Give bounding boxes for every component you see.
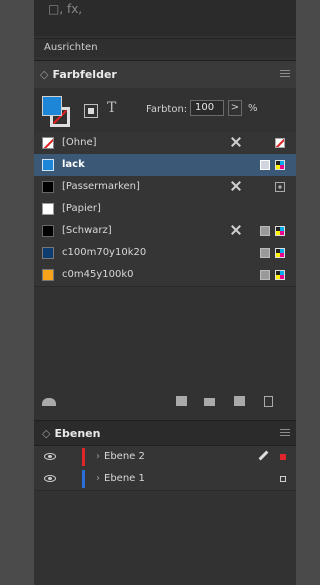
swatch-chip-passermarken	[42, 181, 54, 193]
lock-toggle[interactable]	[64, 472, 78, 486]
swatch-list: [Ohne] lack [Passermarken] [Papier] [Sch…	[34, 132, 296, 292]
tint-input[interactable]: 100	[190, 100, 224, 116]
collapse-chevron-icon[interactable]: ◇	[42, 427, 50, 440]
swatch-chip-schwarz	[42, 225, 54, 237]
cmyk-mode-icon	[275, 248, 285, 258]
layer-color-bar	[82, 470, 85, 488]
cmyk-mode-icon	[275, 270, 285, 280]
layer-target-square-icon[interactable]	[280, 476, 286, 482]
expand-chevron-icon[interactable]: ›	[96, 451, 100, 462]
swatch-name: lack	[62, 159, 85, 170]
left-gutter	[0, 0, 34, 585]
expand-chevron-icon[interactable]: ›	[96, 473, 100, 484]
tint-label: Farbton:	[146, 104, 188, 115]
delete-swatch-icon[interactable]	[264, 396, 273, 407]
collapse-chevron-icon[interactable]: ◇	[40, 68, 48, 81]
fill-swatch-icon[interactable]	[42, 96, 62, 116]
swatch-views-icon[interactable]	[176, 396, 187, 406]
layers-panel-title: ◇ Ebenen	[42, 427, 101, 440]
non-editable-icon	[230, 136, 242, 148]
swatch-chip-papier	[42, 203, 54, 215]
swatch-name: c100m70y10k20	[62, 247, 147, 258]
non-editable-icon	[230, 180, 242, 192]
swatches-controls: T Farbton: 100 > %	[34, 88, 296, 132]
swatches-panel-header[interactable]: ◇ Farbfelder	[34, 60, 296, 90]
visibility-eye-icon[interactable]	[44, 475, 56, 482]
ausrichten-panel-tab[interactable]: Ausrichten	[34, 38, 296, 57]
layer-row-ebene-1[interactable]: › Ebene 1	[34, 468, 296, 491]
cmyk-mode-icon	[275, 226, 285, 236]
tint-slider-button[interactable]: >	[228, 100, 242, 116]
lock-toggle[interactable]	[64, 450, 78, 464]
swatch-row-c0m45y100k0[interactable]: c0m45y100k0	[34, 264, 296, 287]
layer-row-ebene-2[interactable]: › Ebene 2	[34, 446, 296, 469]
swatch-name: c0m45y100k0	[62, 269, 134, 280]
formatting-affects-container-icon[interactable]	[84, 104, 98, 118]
swatch-row-schwarz[interactable]: [Schwarz]	[34, 220, 296, 243]
layer-target-square-icon[interactable]	[280, 454, 286, 460]
cc-libraries-icon[interactable]	[42, 398, 56, 406]
swatch-name: [Papier]	[62, 203, 101, 214]
new-color-group-icon[interactable]	[204, 398, 215, 406]
swatch-row-ohne[interactable]: [Ohne]	[34, 132, 296, 155]
top-toolbar-strip: □, fx,	[34, 0, 296, 36]
panel-menu-icon[interactable]	[280, 429, 290, 437]
fill-stroke-selector[interactable]	[42, 96, 70, 127]
swatch-row-lack[interactable]: lack	[34, 154, 296, 177]
swatch-chip-none	[42, 137, 54, 149]
layer-name: › Ebene 2	[96, 451, 145, 462]
panel-dock: □, fx, Ausrichten ◇ Farbfelder T Farbton:…	[34, 0, 296, 585]
swatches-panel-title: ◇ Farbfelder	[40, 68, 117, 81]
layer-name: › Ebene 1	[96, 473, 145, 484]
process-color-icon	[260, 270, 270, 280]
registration-icon	[275, 182, 285, 192]
tint-unit: %	[248, 103, 258, 114]
swatch-name: [Schwarz]	[62, 225, 112, 236]
no-color-icon	[275, 138, 285, 148]
panel-menu-icon[interactable]	[280, 70, 290, 78]
layers-panel-header[interactable]: ◇ Ebenen	[34, 420, 296, 446]
swatch-row-c100m70y10k20[interactable]: c100m70y10k20	[34, 242, 296, 265]
spot-color-icon	[260, 160, 270, 170]
swatch-chip-c100m70y10k20	[42, 247, 54, 259]
swatch-chip-lack	[42, 159, 54, 171]
top-toolbar-icons[interactable]: □, fx,	[48, 2, 82, 16]
swatches-footer	[34, 392, 296, 412]
formatting-affects-text-icon[interactable]: T	[107, 100, 116, 116]
non-editable-icon	[230, 224, 242, 236]
swatch-name: [Passermarken]	[62, 181, 140, 192]
cmyk-mode-icon	[275, 160, 285, 170]
layer-color-bar	[82, 448, 85, 466]
swatch-row-passermarken[interactable]: [Passermarken]	[34, 176, 296, 199]
swatch-chip-c0m45y100k0	[42, 269, 54, 281]
pen-icon	[258, 451, 268, 461]
process-color-icon	[260, 248, 270, 258]
swatch-row-papier[interactable]: [Papier]	[34, 198, 296, 221]
ausrichten-label: Ausrichten	[44, 42, 98, 53]
new-swatch-icon[interactable]	[234, 396, 245, 406]
visibility-eye-icon[interactable]	[44, 453, 56, 460]
process-color-icon	[260, 226, 270, 236]
swatch-name: [Ohne]	[62, 137, 97, 148]
